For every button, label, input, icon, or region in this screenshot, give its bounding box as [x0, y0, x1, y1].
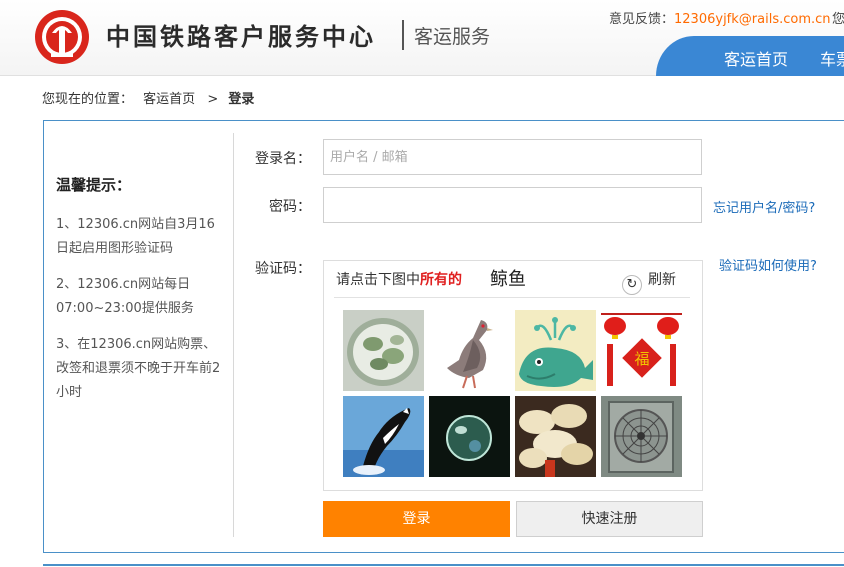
- captcha-target-word: 鲸鱼: [490, 269, 526, 290]
- captcha-tile-fan[interactable]: [601, 396, 682, 477]
- railway-logo-icon[interactable]: [34, 9, 90, 65]
- login-button[interactable]: 登录: [323, 501, 510, 537]
- refresh-icon: ↻: [622, 275, 642, 295]
- captcha-box: 请点击下图中所有的 鲸鱼 ↻ 刷新 福: [323, 260, 703, 491]
- tip-item: 3、在12306.cn网站购票、改签和退票须不晚于开车前2小时: [56, 337, 221, 400]
- captcha-divider: [334, 297, 690, 298]
- login-panel: 温馨提示： 1、12306.cn网站自3月16日起启用图形验证码 2、12306…: [43, 120, 844, 553]
- breadcrumb-prefix: 您现在的位置：: [42, 92, 134, 107]
- feedback-label: 意见反馈：: [609, 12, 675, 27]
- breadcrumb-current: 登录: [228, 92, 255, 107]
- captcha-prompt-highlight: 所有的: [420, 272, 462, 288]
- tips-title: 温馨提示：: [56, 176, 132, 194]
- nav-item-tickets[interactable]: 车票: [820, 46, 844, 70]
- svg-text:福: 福: [634, 350, 649, 368]
- captcha-prompt: 请点击下图中所有的: [336, 269, 462, 289]
- tip-item: 2、12306.cn网站每日07:00~23:00提供服务: [56, 277, 194, 316]
- panel-divider: [233, 133, 234, 537]
- feedback: 意见反馈：12306yjfk@rails.com.cn: [609, 8, 831, 27]
- captcha-tile-bubble[interactable]: [429, 396, 510, 477]
- captcha-label: 验证码：: [255, 261, 311, 277]
- captcha-refresh-button[interactable]: ↻ 刷新: [622, 269, 676, 295]
- quick-register-button[interactable]: 快速注册: [516, 501, 703, 537]
- bottom-border: [43, 564, 844, 566]
- captcha-tile-dumplings[interactable]: [515, 396, 596, 477]
- captcha-tile-food-bowl[interactable]: [343, 310, 424, 391]
- breadcrumb: 您现在的位置： 客运首页 > 登录: [42, 88, 256, 107]
- forgot-password-link[interactable]: 忘记用户名/密码?: [713, 197, 815, 216]
- nav-item-home[interactable]: 客运首页: [724, 46, 788, 70]
- feedback-email-link[interactable]: 12306yjfk@rails.com.cn: [674, 12, 831, 27]
- breadcrumb-home-link[interactable]: 客运首页: [143, 92, 195, 107]
- tip-item: 1、12306.cn网站自3月16日起启用图形验证码: [56, 217, 215, 256]
- password-input[interactable]: [323, 187, 702, 223]
- username-input[interactable]: [323, 139, 702, 175]
- site-header: 中国铁路客户服务中心 客运服务 意见反馈：12306yjfk@rails.com…: [0, 0, 844, 76]
- captcha-tile-pigeon[interactable]: [429, 310, 510, 391]
- username-label: 登录名：: [255, 151, 311, 167]
- captcha-help-link[interactable]: 验证码如何使用?: [719, 255, 817, 274]
- feedback-more-text: 您: [832, 12, 844, 27]
- captcha-tile-orca[interactable]: [343, 396, 424, 477]
- captcha-refresh-label: 刷新: [648, 272, 676, 288]
- captcha-prompt-prefix: 请点击下图中: [336, 272, 420, 288]
- brand-name: 中国铁路客户服务中心: [106, 22, 376, 51]
- captcha-tile-lanterns[interactable]: 福: [601, 310, 682, 391]
- password-label: 密码：: [269, 199, 311, 215]
- top-nav: 客运首页 车票: [656, 36, 844, 76]
- tips-box: 温馨提示： 1、12306.cn网站自3月16日起启用图形验证码 2、12306…: [56, 174, 226, 417]
- breadcrumb-separator: >: [207, 92, 219, 107]
- captcha-tile-cartoon-whale[interactable]: [515, 310, 596, 391]
- brand-divider: [402, 20, 404, 50]
- brand-subtitle: 客运服务: [414, 26, 491, 48]
